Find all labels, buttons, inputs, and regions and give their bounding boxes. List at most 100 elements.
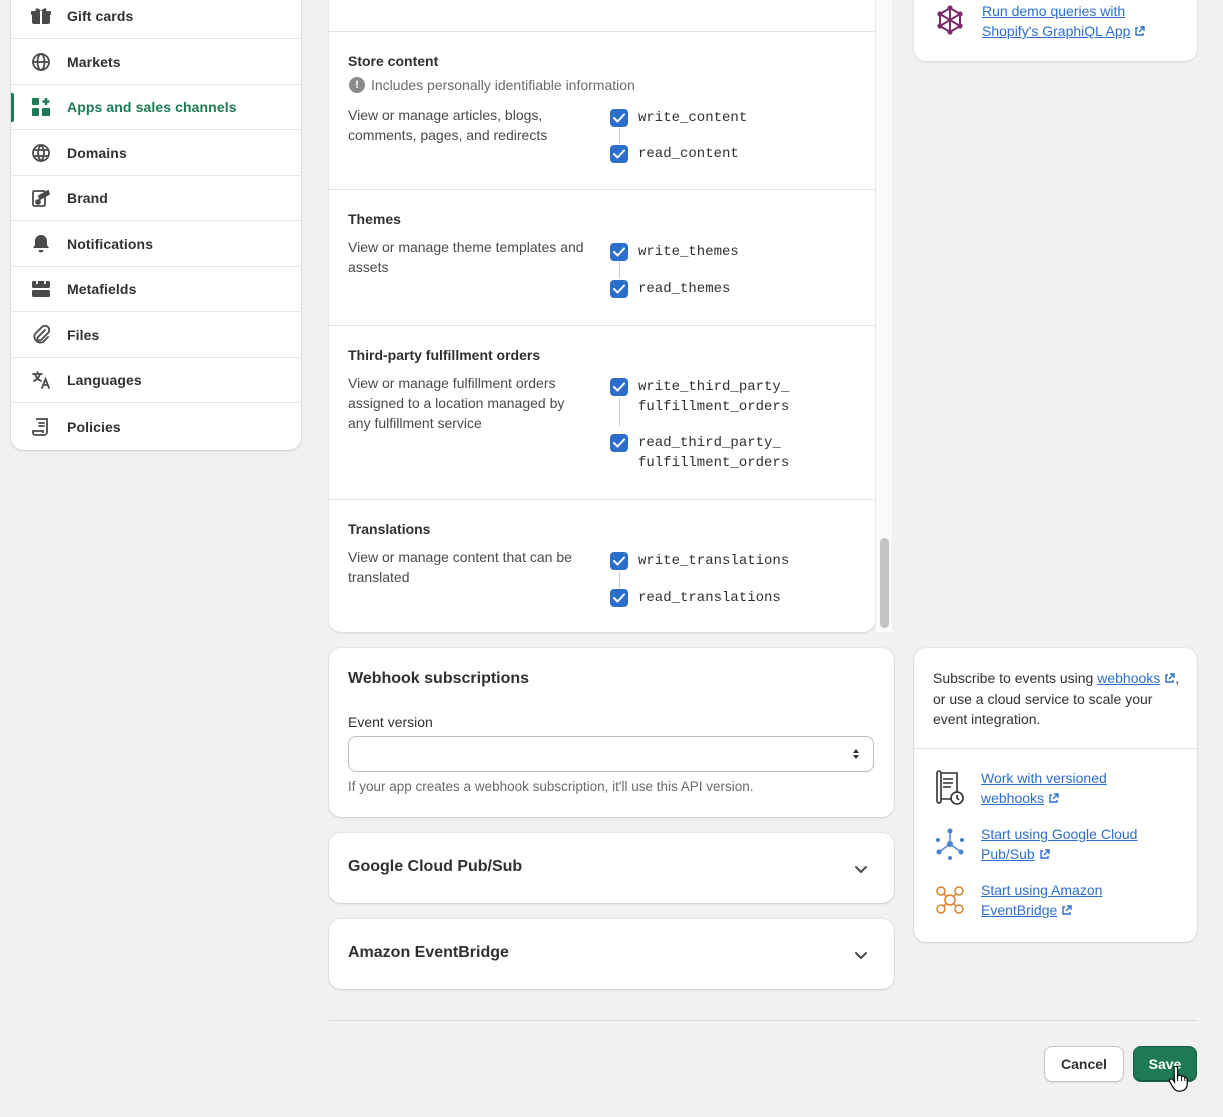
scope-name: read_content [638, 146, 739, 162]
card-title: Webhook subscriptions [348, 670, 530, 687]
access-scopes-card: payouts Store content ! Includes persona… [329, 0, 875, 632]
section-description: View or manage content that can be trans… [348, 549, 572, 585]
sidebar-item-label: Apps and sales channels [67, 99, 237, 115]
bell-icon [30, 233, 52, 255]
scope-section-translations: Translations View or manage content that… [329, 499, 875, 632]
section-description: View or manage articles, blogs, comments… [348, 107, 548, 143]
select-arrows-icon [852, 747, 860, 766]
card-title: Amazon EventBridge [348, 944, 509, 961]
checkbox-checked[interactable] [610, 243, 628, 261]
settings-sidebar: Gift cards Markets Apps and sales channe… [11, 0, 301, 450]
chevron-down-icon[interactable] [854, 947, 868, 965]
hand-cursor-icon [1168, 1065, 1188, 1097]
checkbox-checked[interactable] [610, 280, 628, 298]
sidebar-item-files[interactable]: Files [11, 313, 301, 358]
pubsub-icon [933, 824, 967, 864]
paperclip-icon [30, 324, 52, 346]
scope-read-translations[interactable]: read_translations [610, 588, 781, 608]
sidebar-item-label: Brand [67, 190, 108, 206]
connector-line [619, 128, 620, 144]
scope-read-themes[interactable]: read_themes [610, 279, 730, 299]
globe-icon [30, 51, 52, 73]
checkbox-checked[interactable] [610, 434, 628, 452]
sidebar-item-label: Notifications [67, 236, 154, 252]
event-version-select[interactable] [348, 736, 874, 772]
scope-section-third-party-fulfillment: Third-party fulfillment orders View or m… [329, 325, 875, 499]
scope-name: read_third_party_ fulfillment_orders [638, 435, 790, 471]
scope-name: read_themes [638, 281, 731, 297]
sidebar-item-metafields[interactable]: Metafields [11, 267, 301, 312]
graphiql-link[interactable]: Run demo queries with Shopify's GraphiQL… [982, 3, 1130, 39]
checkbox-checked[interactable] [610, 552, 628, 570]
external-link-icon [1164, 669, 1175, 689]
google-cloud-pubsub-card[interactable]: Google Cloud Pub/Sub [329, 833, 894, 903]
scope-write-content[interactable]: write_content [610, 108, 747, 128]
chevron-down-icon[interactable] [854, 861, 868, 879]
eventbridge-icon [933, 880, 967, 920]
active-indicator [11, 93, 14, 122]
versioned-webhooks-link[interactable]: Work with versioned webhooks [981, 770, 1107, 806]
section-title: Store content [348, 53, 439, 69]
scope-read-third-party-fulfillment-orders[interactable]: read_third_party_ fulfillment_orders [610, 433, 789, 473]
scope-section-themes: Themes View or manage theme templates an… [329, 189, 875, 325]
amazon-eventbridge-card[interactable]: Amazon EventBridge [329, 919, 894, 989]
scope-write-translations[interactable]: write_translations [610, 551, 789, 571]
webhooks-link[interactable]: webhooks [1097, 670, 1160, 686]
pubsub-row: Start using Google Cloud Pub/Sub [933, 824, 1161, 865]
scope-write-themes[interactable]: write_themes [610, 242, 739, 262]
sidebar-item-domains[interactable]: Domains [11, 131, 301, 176]
sidebar-item-markets[interactable]: Markets [11, 40, 301, 85]
eventbridge-row: Start using Amazon EventBridge [933, 880, 1161, 921]
sidebar-item-label: Domains [67, 145, 127, 161]
checkbox-checked[interactable] [610, 145, 628, 163]
external-link-icon [1039, 847, 1050, 865]
intro-text: Subscribe to events using [933, 670, 1094, 686]
sidebar-item-label: Policies [67, 418, 121, 435]
external-link-icon [1048, 791, 1059, 809]
scope-name: read_translations [638, 590, 781, 606]
checkbox-checked[interactable] [610, 589, 628, 607]
scope-read-content[interactable]: read_content [610, 144, 739, 164]
brand-icon [30, 187, 52, 209]
divider [914, 748, 1197, 749]
sidebar-item-label: Files [67, 327, 100, 343]
external-link-icon [1134, 24, 1146, 42]
graphiql-icon [934, 4, 966, 41]
metafields-icon [30, 278, 52, 300]
event-version-label: Event version [348, 714, 433, 730]
gift-card-icon [30, 5, 52, 27]
scope-name: write_content [638, 110, 748, 126]
scope-name: write_themes [638, 244, 739, 260]
scope-write-third-party-fulfillment-orders[interactable]: write_third_party_ fulfillment_orders [610, 377, 789, 417]
sidebar-item-notifications[interactable]: Notifications [11, 222, 301, 267]
scrollbar-thumb[interactable] [880, 538, 889, 628]
sidebar-item-gift-cards[interactable]: Gift cards [11, 0, 301, 39]
pubsub-link[interactable]: Start using Google Cloud Pub/Sub [981, 826, 1137, 862]
section-title: Translations [348, 521, 431, 537]
events-intro: Subscribe to events using webhooks, or u… [933, 668, 1183, 729]
scope-name: write_third_party_ fulfillment_orders [638, 379, 790, 415]
sidebar-item-languages[interactable]: Languages [11, 358, 301, 403]
webhook-subscriptions-card: Webhook subscriptions Event version If y… [329, 648, 894, 817]
eventbridge-link[interactable]: Start using Amazon EventBridge [981, 882, 1102, 918]
section-description: View or manage fulfillment orders assign… [348, 375, 565, 431]
translate-icon [30, 369, 52, 391]
connector-line [619, 572, 620, 588]
scope-section-store-content: Store content ! Includes personally iden… [329, 31, 875, 189]
sidebar-item-label: Markets [67, 54, 121, 70]
checkbox-checked[interactable] [610, 109, 628, 127]
domains-icon [30, 142, 52, 164]
sidebar-item-label: Gift cards [67, 8, 134, 24]
connector-line [619, 262, 620, 278]
cancel-button[interactable]: Cancel [1044, 1046, 1124, 1082]
footer-divider [329, 1020, 1197, 1021]
sidebar-item-policies[interactable]: Policies [11, 404, 301, 449]
graphiql-card: Run demo queries with Shopify's GraphiQL… [914, 0, 1197, 61]
info-icon: ! [349, 77, 365, 93]
section-title: Themes [348, 211, 401, 227]
checkbox-checked[interactable] [610, 378, 628, 396]
sidebar-item-brand[interactable]: Brand [11, 176, 301, 221]
policy-icon [30, 416, 52, 438]
sidebar-item-apps-and-sales-channels[interactable]: Apps and sales channels [11, 85, 301, 130]
section-description: View or manage theme templates and asset… [348, 239, 584, 275]
